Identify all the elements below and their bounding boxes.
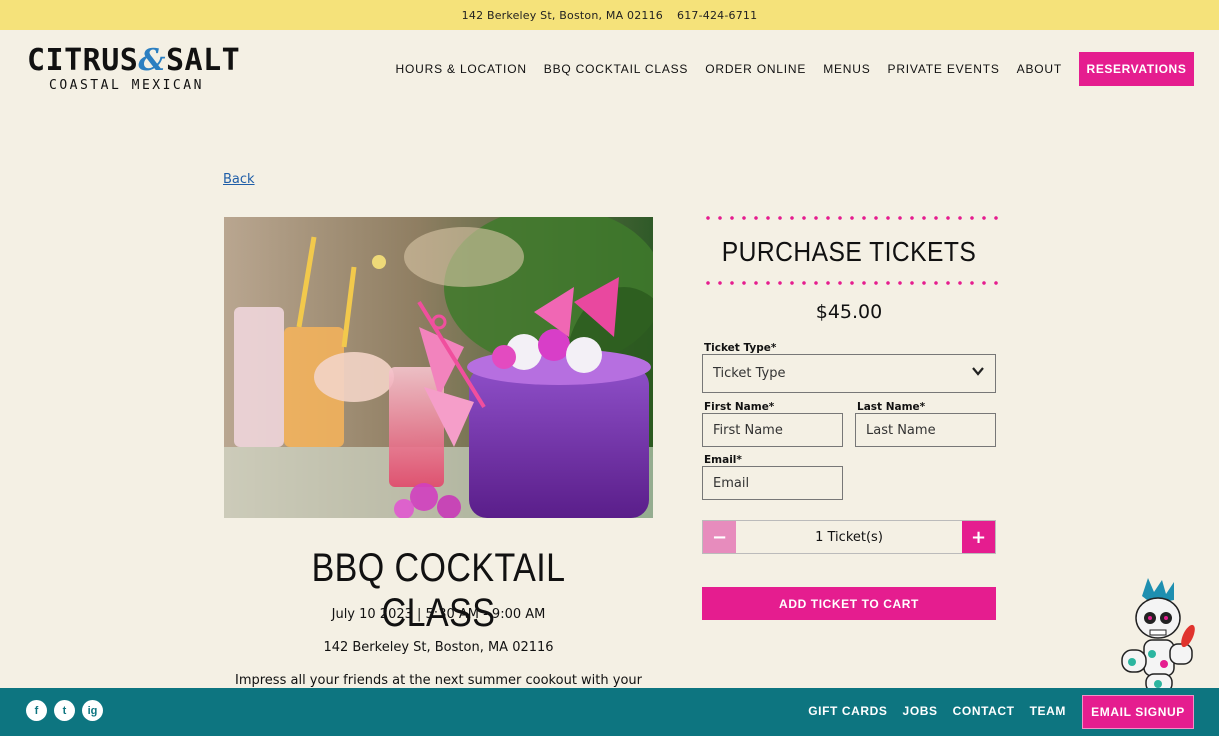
quantity-decrease-button[interactable]: − — [703, 521, 736, 553]
first-name-field[interactable]: First Name — [702, 413, 843, 447]
quantity-increase-button[interactable]: + — [962, 521, 995, 553]
last-name-field[interactable]: Last Name — [855, 413, 996, 447]
event-title: BBQ COCKTAIL CLASS — [311, 546, 566, 635]
nav-about[interactable]: ABOUT — [1017, 62, 1062, 76]
sugar-skull-mascot-icon — [1112, 578, 1204, 696]
reservations-button[interactable]: RESERVATIONS — [1079, 52, 1194, 86]
email-signup-button[interactable]: EMAIL SIGNUP — [1082, 695, 1194, 729]
last-name-label: Last Name* — [857, 401, 926, 413]
footer-contact[interactable]: CONTACT — [953, 704, 1015, 718]
quantity-value: 1 Ticket(s) — [815, 529, 883, 545]
dotted-divider-top — [702, 216, 998, 220]
nav-private-events[interactable]: PRIVATE EVENTS — [888, 62, 1000, 76]
ticket-type-select[interactable]: Ticket Type — [702, 354, 996, 393]
first-name-label: First Name* — [704, 401, 775, 413]
add-to-cart-button[interactable]: ADD TICKET TO CART — [702, 587, 996, 620]
event-description: Impress all your friends at the next sum… — [235, 673, 642, 688]
first-name-placeholder: First Name — [713, 422, 783, 438]
ticket-type-value: Ticket Type — [713, 366, 786, 381]
back-link[interactable]: Back — [223, 172, 255, 187]
ticket-price: $45.00 — [815, 301, 883, 323]
dotted-divider-bottom — [702, 281, 998, 285]
last-name-placeholder: Last Name — [866, 422, 936, 438]
email-field[interactable]: Email — [702, 466, 843, 500]
event-photo — [224, 217, 653, 518]
event-address: 142 Berkeley St, Boston, MA 02116 — [323, 640, 554, 655]
twitter-icon[interactable]: t — [54, 700, 75, 721]
top-info-bar: 142 Berkeley St, Boston, MA 02116 617-42… — [0, 0, 1219, 30]
chevron-down-icon — [972, 367, 984, 376]
footer-team[interactable]: TEAM — [1030, 704, 1066, 718]
site-header: CITRUS&SALT COASTAL MEXICAN HOURS & LOCA… — [0, 30, 1219, 110]
nav-order-online[interactable]: ORDER ONLINE — [705, 62, 806, 76]
nav-hours-location[interactable]: HOURS & LOCATION — [396, 62, 527, 76]
quantity-stepper: − 1 Ticket(s) + — [702, 520, 996, 554]
email-label: Email* — [704, 454, 742, 466]
facebook-icon[interactable]: f — [26, 700, 47, 721]
event-date: July 10 2023 | 5:30 AM - 9:00 AM — [331, 607, 546, 622]
instagram-icon[interactable]: ig — [82, 700, 103, 721]
site-footer: f t ig GIFT CARDS JOBS CONTACT TEAM EMAI… — [0, 688, 1219, 736]
nav-bbq-cocktail-class[interactable]: BBQ COCKTAIL CLASS — [544, 62, 688, 76]
footer-gift-cards[interactable]: GIFT CARDS — [808, 704, 887, 718]
topbar-phone[interactable]: 617-424-6711 — [677, 9, 757, 22]
logo-tagline: COASTAL MEXICAN — [49, 78, 204, 93]
footer-jobs[interactable]: JOBS — [903, 704, 938, 718]
footer-links: GIFT CARDS JOBS CONTACT TEAM — [793, 704, 1066, 718]
main-nav: HOURS & LOCATION BBQ COCKTAIL CLASS ORDE… — [396, 52, 1194, 86]
email-placeholder: Email — [713, 475, 750, 491]
nav-menus[interactable]: MENUS — [823, 62, 870, 76]
ticket-type-label: Ticket Type* — [704, 342, 777, 354]
site-logo[interactable]: CITRUS&SALT COASTAL MEXICAN — [27, 43, 241, 94]
topbar-address[interactable]: 142 Berkeley St, Boston, MA 02116 — [462, 9, 663, 22]
logo-wordmark: CITRUS&SALT — [27, 43, 241, 78]
purchase-title: PURCHASE TICKETS — [721, 236, 977, 267]
